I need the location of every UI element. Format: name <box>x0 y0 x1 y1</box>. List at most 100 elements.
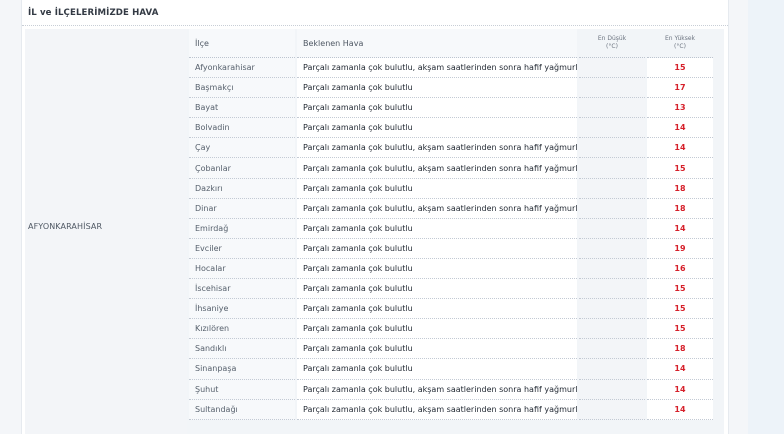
min-temp <box>579 118 645 139</box>
max-temp: 18 <box>647 178 713 199</box>
district-name: Çobanlar <box>189 158 295 179</box>
header-max-temp: En Yüksek (°C) <box>647 29 713 58</box>
district-name: Afyonkarahisar <box>189 58 295 79</box>
min-temp <box>579 198 645 219</box>
weather-page: İL ve İLÇELERİMİZDE HAVA AFYONKARAHİSAR … <box>0 0 784 434</box>
table-row: Sinanpaşa Parçalı zamanla çok bulutlu 14 <box>189 359 724 380</box>
district-name: Bayat <box>189 98 295 119</box>
table-row: Bayat Parçalı zamanla çok bulutlu 13 <box>189 98 724 119</box>
header-min-label: En Düşük <box>597 35 627 42</box>
expected-weather: Parçalı zamanla çok bulutlu, akşam saatl… <box>297 399 577 420</box>
district-name: Bolvadin <box>189 118 295 139</box>
min-temp <box>579 218 645 239</box>
max-temp: 14 <box>647 359 713 380</box>
expected-weather: Parçalı zamanla çok bulutlu <box>297 339 577 360</box>
min-temp <box>579 299 645 320</box>
table-body: Afyonkarahisar Parçalı zamanla çok bulutl… <box>189 58 724 420</box>
weather-panel: İL ve İLÇELERİMİZDE HAVA AFYONKARAHİSAR … <box>21 0 729 434</box>
table-row: Sultandağı Parçalı zamanla çok bulutlu, a… <box>189 399 724 420</box>
table-row: Çobanlar Parçalı zamanla çok bulutlu, akş… <box>189 158 724 179</box>
max-temp: 18 <box>647 198 713 219</box>
min-temp <box>579 279 645 300</box>
max-temp: 19 <box>647 238 713 259</box>
max-temp: 15 <box>647 58 713 79</box>
max-temp: 18 <box>647 339 713 360</box>
expected-weather: Parçalı zamanla çok bulutlu, akşam saatl… <box>297 198 577 219</box>
district-name: İhsaniye <box>189 299 295 320</box>
table-row: Kızılören Parçalı zamanla çok bulutlu 15 <box>189 319 724 340</box>
panel-title: İL ve İLÇELERİMİZDE HAVA <box>22 0 728 26</box>
expected-weather: Parçalı zamanla çok bulutlu <box>297 78 577 99</box>
table-row: Başmakçı Parçalı zamanla çok bulutlu 17 <box>189 78 724 99</box>
header-min-temp: En Düşük (°C) <box>579 29 645 58</box>
province-name: AFYONKARAHİSAR <box>28 222 103 231</box>
max-temp: 15 <box>647 299 713 320</box>
weather-table: AFYONKARAHİSAR İlçe Beklenen Hava En Düş… <box>25 29 724 434</box>
table-row: Sandıklı Parçalı zamanla çok bulutlu 18 <box>189 339 724 360</box>
header-max-unit: (°C) <box>674 43 686 50</box>
district-name: Şuhut <box>189 379 295 400</box>
max-temp: 14 <box>647 399 713 420</box>
expected-weather: Parçalı zamanla çok bulutlu <box>297 299 577 320</box>
district-grid: İlçe Beklenen Hava En Düşük (°C) En Yüks… <box>189 29 724 434</box>
district-name: Sandıklı <box>189 339 295 360</box>
table-row: Emirdağ Parçalı zamanla çok bulutlu 14 <box>189 218 724 239</box>
max-temp: 14 <box>647 138 713 159</box>
district-name: Dinar <box>189 198 295 219</box>
table-row: Şuhut Parçalı zamanla çok bulutlu, akşam … <box>189 379 724 400</box>
min-temp <box>579 98 645 119</box>
min-temp <box>579 379 645 400</box>
header-expected-weather: Beklenen Hava <box>297 29 577 58</box>
expected-weather: Parçalı zamanla çok bulutlu <box>297 178 577 199</box>
table-row: Çay Parçalı zamanla çok bulutlu, akşam sa… <box>189 138 724 159</box>
district-name: İscehisar <box>189 279 295 300</box>
district-name: Sultandağı <box>189 399 295 420</box>
min-temp <box>579 359 645 380</box>
min-temp <box>579 339 645 360</box>
max-temp: 14 <box>647 218 713 239</box>
district-name: Kızılören <box>189 319 295 340</box>
table-header: İlçe Beklenen Hava En Düşük (°C) En Yüks… <box>189 29 724 58</box>
expected-weather: Parçalı zamanla çok bulutlu <box>297 98 577 119</box>
min-temp <box>579 158 645 179</box>
max-temp: 14 <box>647 379 713 400</box>
district-name: Çay <box>189 138 295 159</box>
district-name: Sinanpaşa <box>189 359 295 380</box>
min-temp <box>579 238 645 259</box>
header-max-label: En Yüksek <box>664 35 696 42</box>
header-min-unit: (°C) <box>606 43 618 50</box>
province-cell: AFYONKARAHİSAR <box>25 29 187 434</box>
table-row: İhsaniye Parçalı zamanla çok bulutlu 15 <box>189 299 724 320</box>
right-side-strip <box>748 0 784 434</box>
header-district: İlçe <box>189 29 295 58</box>
max-temp: 17 <box>647 78 713 99</box>
table-row: Afyonkarahisar Parçalı zamanla çok bulutl… <box>189 58 724 79</box>
min-temp <box>579 78 645 99</box>
min-temp <box>579 138 645 159</box>
expected-weather: Parçalı zamanla çok bulutlu, akşam saatl… <box>297 379 577 400</box>
min-temp <box>579 399 645 420</box>
district-name: Evciler <box>189 238 295 259</box>
district-name: Emirdağ <box>189 218 295 239</box>
max-temp: 14 <box>647 118 713 139</box>
table-row: Hocalar Parçalı zamanla çok bulutlu 16 <box>189 258 724 280</box>
expected-weather: Parçalı zamanla çok bulutlu <box>297 258 577 280</box>
max-temp: 16 <box>647 258 713 280</box>
expected-weather: Parçalı zamanla çok bulutlu <box>297 118 577 139</box>
expected-weather: Parçalı zamanla çok bulutlu <box>297 238 577 259</box>
min-temp <box>579 178 645 199</box>
min-temp <box>579 258 645 280</box>
table-row: Evciler Parçalı zamanla çok bulutlu 19 <box>189 238 724 259</box>
table-row: İscehisar Parçalı zamanla çok bulutlu 15 <box>189 279 724 300</box>
district-name: Başmakçı <box>189 78 295 99</box>
expected-weather: Parçalı zamanla çok bulutlu <box>297 319 577 340</box>
table-row: Dazkırı Parçalı zamanla çok bulutlu 18 <box>189 178 724 199</box>
district-name: Hocalar <box>189 258 295 280</box>
district-name: Dazkırı <box>189 178 295 199</box>
max-temp: 13 <box>647 98 713 119</box>
expected-weather: Parçalı zamanla çok bulutlu, akşam saatl… <box>297 58 577 79</box>
max-temp: 15 <box>647 319 713 340</box>
table-row: Dinar Parçalı zamanla çok bulutlu, akşam … <box>189 198 724 219</box>
min-temp <box>579 58 645 79</box>
expected-weather: Parçalı zamanla çok bulutlu, akşam saatl… <box>297 158 577 179</box>
